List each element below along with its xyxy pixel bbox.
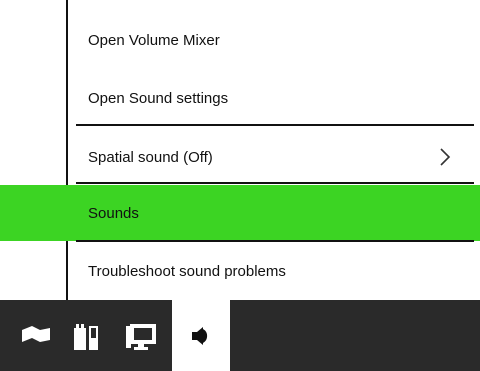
menu-item-open-volume-mixer[interactable]: Open Volume Mixer xyxy=(68,12,480,68)
menu-item-troubleshoot-sound[interactable]: Troubleshoot sound problems xyxy=(68,243,480,299)
volume-icon[interactable] xyxy=(172,300,230,371)
menu-separator xyxy=(76,124,474,126)
menu-item-spatial-sound[interactable]: Spatial sound (Off) xyxy=(68,129,480,185)
menu-item-label: Open Sound settings xyxy=(88,89,229,107)
menu-item-label: Troubleshoot sound problems xyxy=(88,262,286,280)
menu-item-label: Spatial sound (Off) xyxy=(88,148,213,166)
menu-separator xyxy=(76,182,474,184)
desktop-screen: Open Volume Mixer Open Sound settings Sp… xyxy=(0,0,480,371)
taskbar xyxy=(0,300,480,371)
menu-item-label: Sounds xyxy=(88,204,139,222)
flag-icon[interactable] xyxy=(16,316,56,356)
menu-separator xyxy=(76,240,474,242)
sound-context-menu: Open Volume Mixer Open Sound settings Sp… xyxy=(0,0,480,300)
battery-icon[interactable] xyxy=(66,316,106,356)
menu-item-open-sound-settings[interactable]: Open Sound settings xyxy=(68,70,480,126)
menu-item-label: Open Volume Mixer xyxy=(88,31,220,49)
menu-item-sounds[interactable]: Sounds xyxy=(0,185,480,241)
chevron-right-icon xyxy=(440,148,451,166)
network-icon[interactable] xyxy=(120,316,160,356)
